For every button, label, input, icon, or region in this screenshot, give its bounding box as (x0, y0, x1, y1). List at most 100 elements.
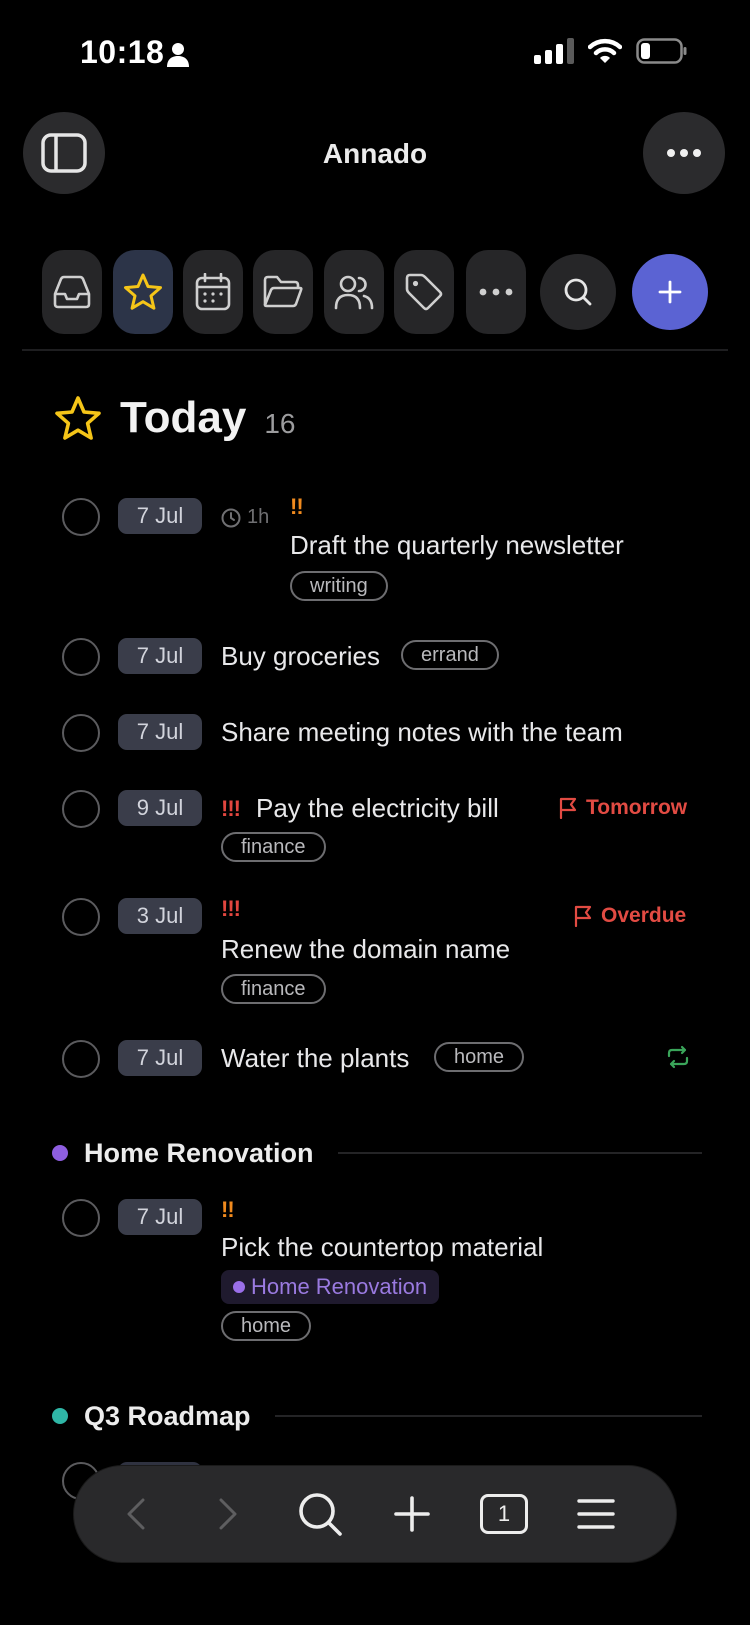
tab-count-icon: 1 (480, 1494, 528, 1534)
task-title: Draft the quarterly newsletter (290, 530, 624, 560)
forward-button[interactable] (198, 1484, 258, 1544)
search-button[interactable] (540, 254, 616, 330)
task-checkbox[interactable] (62, 498, 100, 536)
person-icon (167, 43, 189, 67)
duration-label: 1h (247, 506, 270, 528)
chevron-left-icon (127, 1498, 145, 1530)
due-flag: Tomorrow (558, 796, 687, 820)
priority-indicator: !!! (221, 796, 241, 821)
new-tab-button[interactable] (382, 1484, 442, 1544)
tab-count: 1 (497, 1501, 511, 1526)
section-color-dot (52, 1408, 68, 1424)
plus-icon (394, 1496, 430, 1532)
people-button[interactable] (324, 250, 384, 334)
task-title: Water the plants (221, 1043, 410, 1073)
people-icon (334, 275, 374, 310)
toolbar-divider (22, 349, 728, 351)
date-chip[interactable]: 7 Jul (118, 638, 202, 674)
status-bar: 10:18 (0, 0, 750, 110)
section-header[interactable]: Home Renovation (52, 1133, 702, 1173)
date-chip[interactable]: 7 Jul (118, 1040, 202, 1076)
repeat-icon (667, 1045, 689, 1069)
browser-bottom-bar: 1 (74, 1466, 676, 1562)
star-icon (124, 273, 162, 310)
tag-chip[interactable]: home (221, 1311, 312, 1341)
date-chip[interactable]: 9 Jul (118, 790, 202, 826)
date-chip[interactable]: 7 Jul (118, 1199, 202, 1235)
section-title: Home Renovation (84, 1137, 314, 1168)
menu-button[interactable] (566, 1484, 626, 1544)
task-checkbox[interactable] (62, 638, 100, 676)
today-button[interactable] (113, 250, 173, 334)
inbox-icon (53, 275, 91, 309)
browser-search-button[interactable] (290, 1484, 350, 1544)
project-color-dot (233, 1281, 245, 1293)
more-icon (479, 288, 513, 296)
section-color-dot (52, 1145, 68, 1161)
task-count: 16 (264, 408, 296, 439)
tags-button[interactable] (394, 250, 454, 334)
task-checkbox[interactable] (62, 898, 100, 936)
date-chip[interactable]: 7 Jul (118, 498, 202, 534)
task-checkbox[interactable] (62, 790, 100, 828)
section-title: Q3 Roadmap (84, 1400, 251, 1431)
tabs-button[interactable]: 1 (474, 1484, 534, 1544)
more-options-button[interactable] (643, 112, 725, 194)
back-button[interactable] (106, 1484, 166, 1544)
cellular-signal-icon (534, 38, 574, 64)
ellipsis-icon (667, 149, 701, 157)
task-checkbox[interactable] (62, 714, 100, 752)
page-title: Today (120, 393, 247, 442)
task-title: Pick the countertop material (221, 1232, 544, 1262)
duration: 1h (221, 506, 269, 529)
task-title: Pay the electricity bill (256, 793, 499, 823)
star-icon (55, 396, 101, 440)
calendar-icon (195, 273, 231, 311)
status-icons (534, 38, 688, 64)
tag-chip[interactable]: finance (221, 832, 326, 862)
more-views-button[interactable] (466, 250, 526, 334)
priority-indicator: !! (221, 1197, 235, 1222)
task-checkbox[interactable] (62, 1199, 100, 1237)
section-divider (337, 1152, 702, 1154)
search-icon (299, 1493, 342, 1536)
priority-indicator: !! (290, 494, 304, 519)
search-icon (564, 278, 592, 306)
project-chip[interactable]: Home Renovation (221, 1270, 440, 1304)
tag-chip[interactable]: finance (221, 974, 326, 1004)
plus-icon (658, 280, 682, 304)
task-title: Buy groceries (221, 641, 380, 671)
flag-icon (559, 797, 577, 819)
tag-icon (405, 273, 443, 311)
task-title: Share meeting notes with the team (221, 717, 623, 747)
task-title: Renew the domain name (221, 934, 511, 964)
add-task-button[interactable] (632, 254, 708, 330)
inbox-button[interactable] (42, 250, 102, 334)
tag-chip[interactable]: home (434, 1042, 525, 1072)
top-bar: Annado (0, 112, 750, 196)
section-divider (274, 1415, 702, 1417)
status-time: 10:18 (80, 34, 165, 70)
due-flag: Overdue (573, 904, 686, 928)
calendar-button[interactable] (183, 250, 243, 334)
flag-icon (574, 905, 592, 927)
today-header: Today 16 (54, 388, 295, 448)
app-title: Annado (322, 138, 428, 169)
view-toolbar (0, 250, 750, 334)
tag-chip[interactable]: writing (290, 571, 388, 601)
clock-icon (221, 508, 241, 527)
hamburger-icon (577, 1499, 615, 1529)
task-checkbox[interactable] (62, 1040, 100, 1078)
chevron-right-icon (219, 1498, 237, 1530)
date-chip[interactable]: 7 Jul (118, 714, 202, 750)
wifi-icon (588, 38, 622, 63)
battery-icon (636, 38, 687, 64)
due-flag-label: Tomorrow (586, 796, 688, 819)
tag-chip[interactable]: errand (401, 640, 499, 670)
section-header[interactable]: Q3 Roadmap (52, 1396, 702, 1436)
date-chip[interactable]: 3 Jul (118, 898, 202, 934)
projects-button[interactable] (253, 250, 313, 334)
project-label: Home Renovation (251, 1274, 428, 1299)
due-flag-label: Overdue (601, 904, 687, 927)
folder-icon (263, 275, 303, 308)
